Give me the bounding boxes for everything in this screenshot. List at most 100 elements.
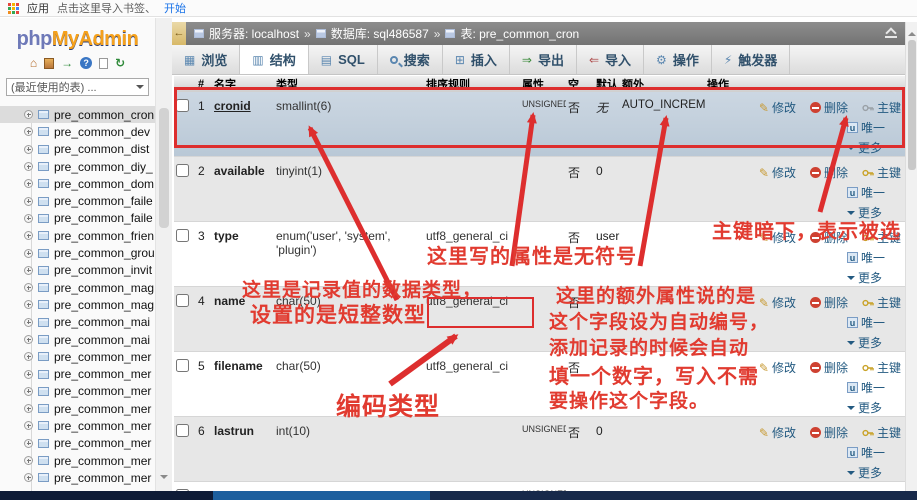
primary-key-link[interactable]: 主键 bbox=[862, 359, 901, 376]
row-checkbox[interactable] bbox=[176, 229, 189, 242]
sidebar-item-table[interactable]: pre_common_mag bbox=[0, 279, 155, 296]
drop-link[interactable]: 删除 bbox=[809, 294, 848, 311]
expand-icon[interactable] bbox=[24, 231, 33, 241]
expand-icon[interactable] bbox=[24, 404, 33, 414]
tab-sql[interactable]: ▤ SQL bbox=[309, 45, 378, 74]
primary-key-link[interactable]: 主键 bbox=[862, 99, 901, 116]
expand-icon[interactable] bbox=[24, 283, 33, 293]
sidebar-item-table[interactable]: pre_common_mer bbox=[0, 348, 155, 365]
unique-link[interactable]: u 唯一 bbox=[847, 314, 885, 331]
drop-link[interactable]: 删除 bbox=[809, 424, 848, 441]
expand-icon[interactable] bbox=[24, 248, 33, 258]
expand-icon[interactable] bbox=[24, 265, 33, 275]
row-checkbox[interactable] bbox=[176, 424, 189, 437]
tab-structure[interactable]: ▥ 结构 bbox=[240, 45, 309, 74]
scrollbar-thumb[interactable] bbox=[908, 40, 916, 170]
recent-tables-select[interactable]: (最近使用的表) ... bbox=[6, 78, 149, 96]
main-scrollbar[interactable] bbox=[905, 22, 917, 491]
help-icon[interactable]: ? bbox=[80, 57, 93, 69]
sidebar-item-table[interactable]: pre_common_dev bbox=[0, 123, 155, 140]
sidebar-item-table[interactable]: pre_common_mer bbox=[0, 469, 155, 486]
unique-link[interactable]: u 唯一 bbox=[847, 379, 885, 396]
sidebar-item-table[interactable]: pre_common_invit bbox=[0, 262, 155, 279]
row-checkbox[interactable] bbox=[176, 164, 189, 177]
more-link[interactable]: 更多 bbox=[847, 204, 882, 221]
unique-link[interactable]: u 唯一 bbox=[847, 249, 885, 266]
breadcrumb-table[interactable]: 表: pre_common_cron bbox=[460, 25, 579, 42]
expand-icon[interactable] bbox=[24, 144, 33, 154]
expand-icon[interactable] bbox=[24, 162, 33, 172]
expand-icon[interactable] bbox=[24, 438, 33, 448]
scroll-up-icon[interactable] bbox=[908, 28, 916, 36]
more-link[interactable]: 更多 bbox=[847, 269, 882, 286]
field-name[interactable]: cronid bbox=[214, 99, 251, 113]
toggle-nav-button[interactable]: ← bbox=[172, 22, 186, 45]
edit-link[interactable]: ✎修改 bbox=[759, 359, 796, 376]
primary-key-link[interactable]: 主键 bbox=[862, 294, 901, 311]
expand-icon[interactable] bbox=[24, 317, 33, 327]
query-window-icon[interactable]: → bbox=[61, 57, 73, 69]
unique-link[interactable]: u 唯一 bbox=[847, 119, 885, 136]
expand-icon[interactable] bbox=[24, 127, 33, 137]
primary-key-link[interactable]: 主键 bbox=[862, 424, 901, 441]
sidebar-item-table[interactable]: pre_common_faile bbox=[0, 192, 155, 209]
row-checkbox[interactable] bbox=[176, 99, 189, 112]
tab-import[interactable]: ⇐ 导入 bbox=[577, 45, 645, 74]
sidebar-item-pre_common_cron[interactable]: pre_common_cron bbox=[0, 106, 155, 124]
expand-icon[interactable] bbox=[24, 335, 33, 344]
expand-icon[interactable] bbox=[24, 421, 33, 431]
sidebar-item-table[interactable]: pre_common_mer bbox=[0, 452, 155, 469]
expand-icon[interactable] bbox=[24, 179, 33, 189]
logout-icon[interactable] bbox=[44, 57, 55, 69]
expand-icon[interactable] bbox=[24, 300, 33, 310]
taskbar-start-region[interactable] bbox=[0, 491, 213, 500]
tab-export[interactable]: ⇒ 导出 bbox=[510, 45, 577, 74]
expand-icon[interactable] bbox=[24, 456, 33, 466]
drop-link[interactable]: 删除 bbox=[809, 229, 848, 246]
taskbar-app-button[interactable] bbox=[213, 491, 430, 500]
more-link[interactable]: 更多 bbox=[847, 464, 882, 481]
collapse-console-icon[interactable] bbox=[885, 29, 897, 38]
expand-icon[interactable] bbox=[24, 110, 33, 120]
edit-link[interactable]: ✎修改 bbox=[759, 164, 796, 181]
expand-icon[interactable] bbox=[24, 352, 33, 362]
primary-key-link[interactable]: 主键 bbox=[862, 164, 901, 181]
sidebar-item-table[interactable]: pre_common_mer bbox=[0, 365, 155, 382]
primary-key-link[interactable]: 主键 bbox=[862, 229, 901, 246]
expand-icon[interactable] bbox=[24, 213, 33, 223]
more-link[interactable]: 更多 bbox=[847, 399, 882, 416]
edit-link[interactable]: ✎修改 bbox=[759, 424, 796, 441]
expand-icon[interactable] bbox=[24, 386, 33, 396]
more-link[interactable]: 更多 bbox=[847, 139, 882, 156]
tab-triggers[interactable]: ⚡ 触发器 bbox=[712, 45, 791, 74]
refresh-icon[interactable]: ↻ bbox=[115, 57, 125, 69]
tab-browse[interactable]: ▦ 浏览 bbox=[172, 45, 241, 74]
sidebar-item-table[interactable]: pre_common_frien bbox=[0, 227, 155, 244]
more-link[interactable]: 更多 bbox=[847, 334, 882, 351]
drop-link[interactable]: 删除 bbox=[809, 164, 848, 181]
row-checkbox[interactable] bbox=[176, 359, 189, 372]
sidebar-item-table[interactable]: pre_common_faile bbox=[0, 210, 155, 227]
apps-label[interactable]: 应用 bbox=[27, 0, 49, 16]
sidebar-item-table[interactable]: pre_common_grou bbox=[0, 244, 155, 261]
tab-insert[interactable]: ⊞ 插入 bbox=[443, 45, 510, 74]
tab-search[interactable]: 搜索 bbox=[378, 45, 443, 74]
sidebar-item-table[interactable]: pre_common_mer bbox=[0, 417, 155, 434]
import-start-link[interactable]: 开始 bbox=[164, 0, 186, 16]
sidebar-item-table[interactable]: pre_common_dom bbox=[0, 175, 155, 192]
sidebar-item-table[interactable]: pre_common_diy_ bbox=[0, 158, 155, 175]
sidebar-item-table[interactable]: pre_common_mer bbox=[0, 435, 155, 452]
expand-icon[interactable] bbox=[24, 473, 33, 483]
sidebar-item-table[interactable]: pre_common_mai bbox=[0, 331, 155, 348]
edit-link[interactable]: ✎修改 bbox=[759, 229, 796, 246]
sidebar-scrollbar[interactable] bbox=[155, 18, 172, 491]
edit-link[interactable]: ✎修改 bbox=[759, 294, 796, 311]
breadcrumb-server[interactable]: 服务器: localhost bbox=[209, 25, 299, 42]
sidebar-item-table[interactable]: pre_common_mer bbox=[0, 400, 155, 417]
unique-link[interactable]: u 唯一 bbox=[847, 444, 885, 461]
sidebar-item-table[interactable]: pre_common_mai bbox=[0, 314, 155, 331]
expand-icon[interactable] bbox=[24, 196, 33, 206]
expand-icon[interactable] bbox=[24, 369, 33, 379]
apps-grid-icon[interactable] bbox=[8, 2, 19, 14]
docs-icon[interactable] bbox=[99, 57, 109, 69]
